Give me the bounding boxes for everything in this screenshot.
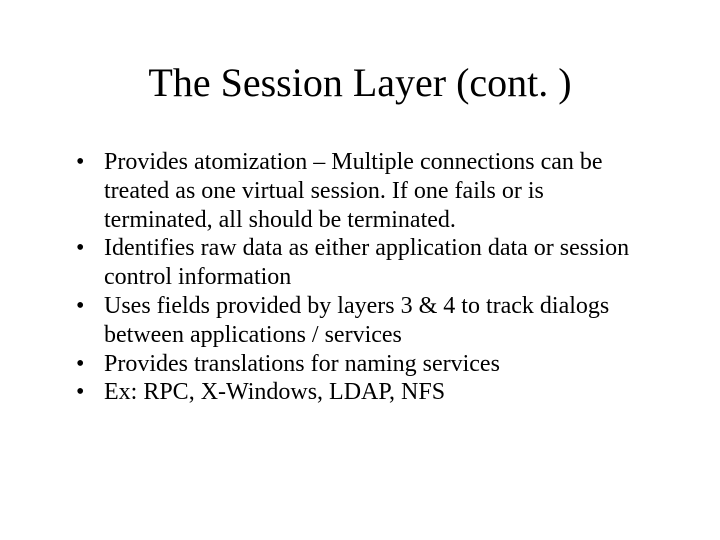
list-item: Ex: RPC, X-Windows, LDAP, NFS	[70, 378, 650, 407]
list-item: Uses fields provided by layers 3 & 4 to …	[70, 292, 650, 350]
bullet-list: Provides atomization – Multiple connecti…	[60, 148, 660, 407]
list-item: Provides atomization – Multiple connecti…	[70, 148, 650, 234]
list-item: Provides translations for naming service…	[70, 350, 650, 379]
list-item: Identifies raw data as either applicatio…	[70, 234, 650, 292]
slide: The Session Layer (cont. ) Provides atom…	[0, 0, 720, 540]
slide-title: The Session Layer (cont. )	[60, 60, 660, 106]
